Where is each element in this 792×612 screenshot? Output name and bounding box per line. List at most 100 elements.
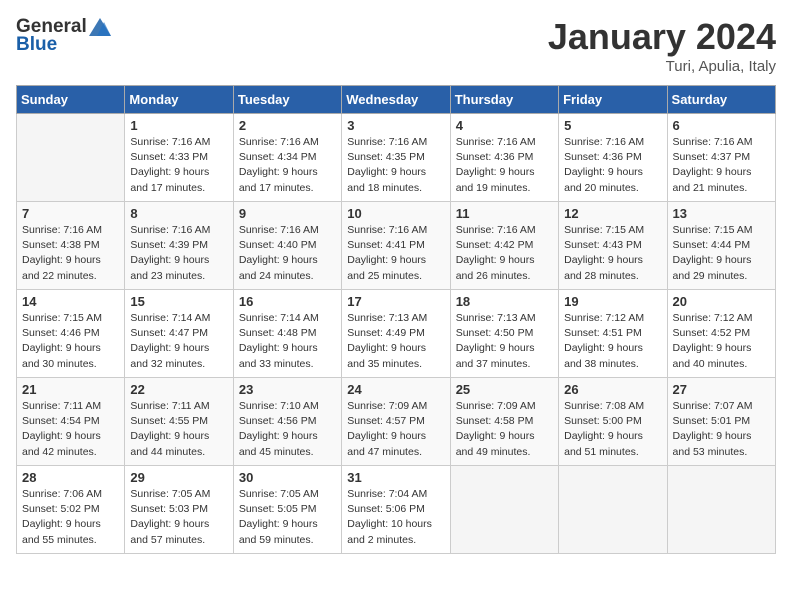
calendar-cell: 23 Sunrise: 7:10 AM Sunset: 4:56 PM Dayli… [233,378,341,466]
day-number: 8 [130,206,227,221]
calendar-cell: 13 Sunrise: 7:15 AM Sunset: 4:44 PM Dayli… [667,202,775,290]
calendar-table: SundayMondayTuesdayWednesdayThursdayFrid… [16,85,776,554]
week-row-3: 21Sunrise: 7:11 AM Sunset: 4:54 PM Dayli… [17,378,776,466]
day-info: Sunrise: 7:16 AM Sunset: 4:33 PM Dayligh… [130,135,227,196]
calendar-cell: 30Sunrise: 7:05 AM Sunset: 5:05 PM Dayli… [233,466,341,554]
day-number: 4 [456,118,553,133]
calendar-cell: 17 Sunrise: 7:13 AM Sunset: 4:49 PM Dayli… [342,290,450,378]
day-number: 3 [347,118,444,133]
calendar-cell: 21Sunrise: 7:11 AM Sunset: 4:54 PM Dayli… [17,378,125,466]
day-info: Sunrise: 7:16 AM Sunset: 4:40 PM Dayligh… [239,223,336,284]
calendar-cell: 25 Sunrise: 7:09 AM Sunset: 4:58 PM Dayli… [450,378,558,466]
day-number: 19 [564,294,661,309]
day-number: 6 [673,118,770,133]
calendar-cell [17,114,125,202]
day-info: Sunrise: 7:09 AM Sunset: 4:57 PM Dayligh… [347,399,444,460]
day-info: Sunrise: 7:16 AM Sunset: 4:39 PM Dayligh… [130,223,227,284]
day-number: 29 [130,470,227,485]
day-number: 21 [22,382,119,397]
day-number: 10 [347,206,444,221]
day-number: 13 [673,206,770,221]
week-row-1: 7 Sunrise: 7:16 AM Sunset: 4:38 PM Daylig… [17,202,776,290]
day-number: 24 [347,382,444,397]
day-info: Sunrise: 7:04 AM Sunset: 5:06 PM Dayligh… [347,487,444,548]
calendar-cell: 6 Sunrise: 7:16 AM Sunset: 4:37 PM Daylig… [667,114,775,202]
calendar-cell: 3 Sunrise: 7:16 AM Sunset: 4:35 PM Daylig… [342,114,450,202]
header-row: SundayMondayTuesdayWednesdayThursdayFrid… [17,86,776,114]
day-info: Sunrise: 7:15 AM Sunset: 4:44 PM Dayligh… [673,223,770,284]
calendar-cell: 8 Sunrise: 7:16 AM Sunset: 4:39 PM Daylig… [125,202,233,290]
calendar-cell: 19 Sunrise: 7:12 AM Sunset: 4:51 PM Dayli… [559,290,667,378]
calendar-cell [667,466,775,554]
day-number: 7 [22,206,119,221]
day-info: Sunrise: 7:15 AM Sunset: 4:43 PM Dayligh… [564,223,661,284]
day-info: Sunrise: 7:08 AM Sunset: 5:00 PM Dayligh… [564,399,661,460]
week-row-2: 14 Sunrise: 7:15 AM Sunset: 4:46 PM Dayli… [17,290,776,378]
day-number: 31 [347,470,444,485]
day-info: Sunrise: 7:12 AM Sunset: 4:51 PM Dayligh… [564,311,661,372]
day-info: Sunrise: 7:13 AM Sunset: 4:50 PM Dayligh… [456,311,553,372]
calendar-cell: 22Sunrise: 7:11 AM Sunset: 4:55 PM Dayli… [125,378,233,466]
day-info: Sunrise: 7:16 AM Sunset: 4:35 PM Dayligh… [347,135,444,196]
day-number: 25 [456,382,553,397]
day-info: Sunrise: 7:07 AM Sunset: 5:01 PM Dayligh… [673,399,770,460]
calendar-cell: 7 Sunrise: 7:16 AM Sunset: 4:38 PM Daylig… [17,202,125,290]
day-number: 26 [564,382,661,397]
calendar-cell: 15Sunrise: 7:14 AM Sunset: 4:47 PM Dayli… [125,290,233,378]
calendar-cell: 18 Sunrise: 7:13 AM Sunset: 4:50 PM Dayli… [450,290,558,378]
day-info: Sunrise: 7:06 AM Sunset: 5:02 PM Dayligh… [22,487,119,548]
calendar-cell: 12 Sunrise: 7:15 AM Sunset: 4:43 PM Dayli… [559,202,667,290]
day-info: Sunrise: 7:13 AM Sunset: 4:49 PM Dayligh… [347,311,444,372]
day-number: 18 [456,294,553,309]
logo-blue: Blue [16,34,57,56]
day-info: Sunrise: 7:16 AM Sunset: 4:36 PM Dayligh… [564,135,661,196]
day-header-friday: Friday [559,86,667,114]
calendar-cell: 9 Sunrise: 7:16 AM Sunset: 4:40 PM Daylig… [233,202,341,290]
day-number: 23 [239,382,336,397]
day-info: Sunrise: 7:09 AM Sunset: 4:58 PM Dayligh… [456,399,553,460]
calendar-cell: 5 Sunrise: 7:16 AM Sunset: 4:36 PM Daylig… [559,114,667,202]
day-number: 1 [130,118,227,133]
day-info: Sunrise: 7:15 AM Sunset: 4:46 PM Dayligh… [22,311,119,372]
calendar-cell: 16Sunrise: 7:14 AM Sunset: 4:48 PM Dayli… [233,290,341,378]
day-header-sunday: Sunday [17,86,125,114]
day-number: 16 [239,294,336,309]
calendar-cell: 10 Sunrise: 7:16 AM Sunset: 4:41 PM Dayli… [342,202,450,290]
page-header: General Blue January 2024 Turi, Apulia, … [16,16,776,75]
day-header-tuesday: Tuesday [233,86,341,114]
calendar-cell: 28Sunrise: 7:06 AM Sunset: 5:02 PM Dayli… [17,466,125,554]
calendar-cell [559,466,667,554]
calendar-location: Turi, Apulia, Italy [548,58,776,75]
day-number: 2 [239,118,336,133]
logo-icon [89,18,111,36]
calendar-cell: 31 Sunrise: 7:04 AM Sunset: 5:06 PM Dayli… [342,466,450,554]
calendar-cell: 4Sunrise: 7:16 AM Sunset: 4:36 PM Daylig… [450,114,558,202]
day-header-saturday: Saturday [667,86,775,114]
day-number: 15 [130,294,227,309]
day-number: 9 [239,206,336,221]
day-header-monday: Monday [125,86,233,114]
calendar-cell: 26 Sunrise: 7:08 AM Sunset: 5:00 PM Dayli… [559,378,667,466]
day-info: Sunrise: 7:05 AM Sunset: 5:05 PM Dayligh… [239,487,336,548]
day-number: 14 [22,294,119,309]
day-header-thursday: Thursday [450,86,558,114]
calendar-cell: 2Sunrise: 7:16 AM Sunset: 4:34 PM Daylig… [233,114,341,202]
day-info: Sunrise: 7:12 AM Sunset: 4:52 PM Dayligh… [673,311,770,372]
day-number: 5 [564,118,661,133]
calendar-cell: 27Sunrise: 7:07 AM Sunset: 5:01 PM Dayli… [667,378,775,466]
calendar-cell: 29Sunrise: 7:05 AM Sunset: 5:03 PM Dayli… [125,466,233,554]
day-info: Sunrise: 7:16 AM Sunset: 4:41 PM Dayligh… [347,223,444,284]
calendar-cell: 11Sunrise: 7:16 AM Sunset: 4:42 PM Dayli… [450,202,558,290]
day-info: Sunrise: 7:16 AM Sunset: 4:42 PM Dayligh… [456,223,553,284]
week-row-0: 1 Sunrise: 7:16 AM Sunset: 4:33 PM Daylig… [17,114,776,202]
calendar-cell: 1 Sunrise: 7:16 AM Sunset: 4:33 PM Daylig… [125,114,233,202]
day-number: 17 [347,294,444,309]
day-number: 12 [564,206,661,221]
day-info: Sunrise: 7:10 AM Sunset: 4:56 PM Dayligh… [239,399,336,460]
week-row-4: 28Sunrise: 7:06 AM Sunset: 5:02 PM Dayli… [17,466,776,554]
day-info: Sunrise: 7:16 AM Sunset: 4:37 PM Dayligh… [673,135,770,196]
day-number: 22 [130,382,227,397]
day-header-wednesday: Wednesday [342,86,450,114]
day-info: Sunrise: 7:16 AM Sunset: 4:38 PM Dayligh… [22,223,119,284]
calendar-cell: 14 Sunrise: 7:15 AM Sunset: 4:46 PM Dayli… [17,290,125,378]
